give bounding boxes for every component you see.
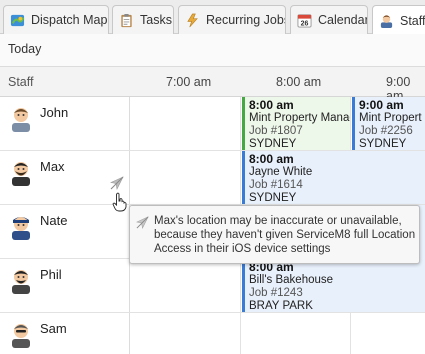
staff-column-header: Staff: [8, 75, 34, 89]
staff-avatar-icon: [12, 324, 30, 348]
svg-text:26: 26: [301, 20, 309, 27]
location-warning-icon[interactable]: [110, 176, 124, 190]
job-status-bar: [242, 97, 245, 150]
tab-recurring-jobs[interactable]: Recurring Jobs: [178, 5, 286, 34]
toolbar: Today: [0, 34, 425, 67]
staff-avatar-icon: [12, 162, 30, 186]
job-location: BRAY PARK: [249, 300, 313, 312]
staff-avatar-icon: [12, 217, 30, 240]
staff-avatar-icon: [12, 108, 30, 132]
job-status-bar: [242, 151, 245, 204]
map-icon: [10, 14, 25, 26]
tab-label: Calendar: [318, 13, 368, 27]
staff-avatar-icon: [12, 270, 30, 294]
tab-dispatch-map[interactable]: Dispatch Map: [3, 5, 109, 34]
job-location: SYDNEY: [249, 138, 297, 150]
tab-staff[interactable]: Staff: [372, 5, 425, 35]
tab-label: Staff: [400, 13, 425, 28]
tab-calendar[interactable]: 26 Calendar: [290, 5, 368, 34]
job-card[interactable]: 9:00 am Mint Propert Job #2256 SYDNEY: [352, 97, 425, 150]
job-number: Job #1614: [249, 179, 303, 191]
job-location: SYDNEY: [249, 192, 297, 204]
time-header-7am: 7:00 am: [166, 75, 212, 89]
staff-row-john[interactable]: John: [0, 97, 130, 152]
job-time: 8:00 am: [249, 152, 294, 166]
tooltip-text: Max's location may be inaccurate or unav…: [154, 215, 416, 255]
today-button[interactable]: Today: [8, 42, 41, 56]
time-header-8am: 8:00 am: [276, 75, 322, 89]
job-card[interactable]: 8:00 am Jayne White Job #1614 SYDNEY: [242, 151, 425, 204]
tab-tasks[interactable]: Tasks: [112, 5, 174, 34]
staff-avatar-icon: [380, 15, 393, 28]
job-number: Job #1243: [249, 287, 303, 299]
job-number: Job #2256: [359, 125, 413, 137]
recurring-icon: [187, 13, 198, 27]
tab-bar: Dispatch Map Tasks Recurring Jobs 26 Cal…: [0, 0, 425, 35]
staff-name: Nate: [40, 213, 68, 228]
job-client: Bill's Bakehouse: [249, 274, 334, 286]
clipboard-icon: [121, 13, 132, 27]
job-time: 8:00 am: [249, 98, 294, 112]
job-number: Job #1807: [249, 125, 303, 137]
tab-label: Recurring Jobs: [206, 13, 286, 27]
job-status-bar: [352, 97, 355, 150]
tab-label: Dispatch Map: [31, 13, 108, 27]
staff-row-sam[interactable]: Sam: [0, 313, 130, 354]
location-warning-icon: [136, 216, 149, 229]
job-location: SYDNEY: [359, 138, 407, 150]
job-client: Jayne White: [249, 166, 313, 178]
staff-name: John: [40, 105, 69, 120]
schedule-header: Staff 7:00 am 8:00 am 9:00 am: [0, 67, 425, 103]
location-tooltip: Max's location may be inaccurate or unav…: [129, 205, 420, 264]
calendar-icon: 26: [297, 13, 312, 27]
staff-name: Sam: [40, 321, 67, 336]
job-client: Mint Property Manag: [249, 112, 350, 124]
staff-name: Phil: [40, 267, 62, 282]
job-card[interactable]: 8:00 am Mint Property Manag Job #1807 SY…: [242, 97, 350, 150]
staff-row-nate[interactable]: Nate: [0, 205, 130, 260]
hand-pointer-icon: [112, 192, 127, 212]
staff-row-phil[interactable]: Phil: [0, 259, 130, 314]
job-time: 9:00 am: [359, 98, 404, 112]
staff-name: Max: [40, 159, 65, 174]
job-client: Mint Propert: [359, 112, 422, 124]
tab-label: Tasks: [140, 13, 172, 27]
